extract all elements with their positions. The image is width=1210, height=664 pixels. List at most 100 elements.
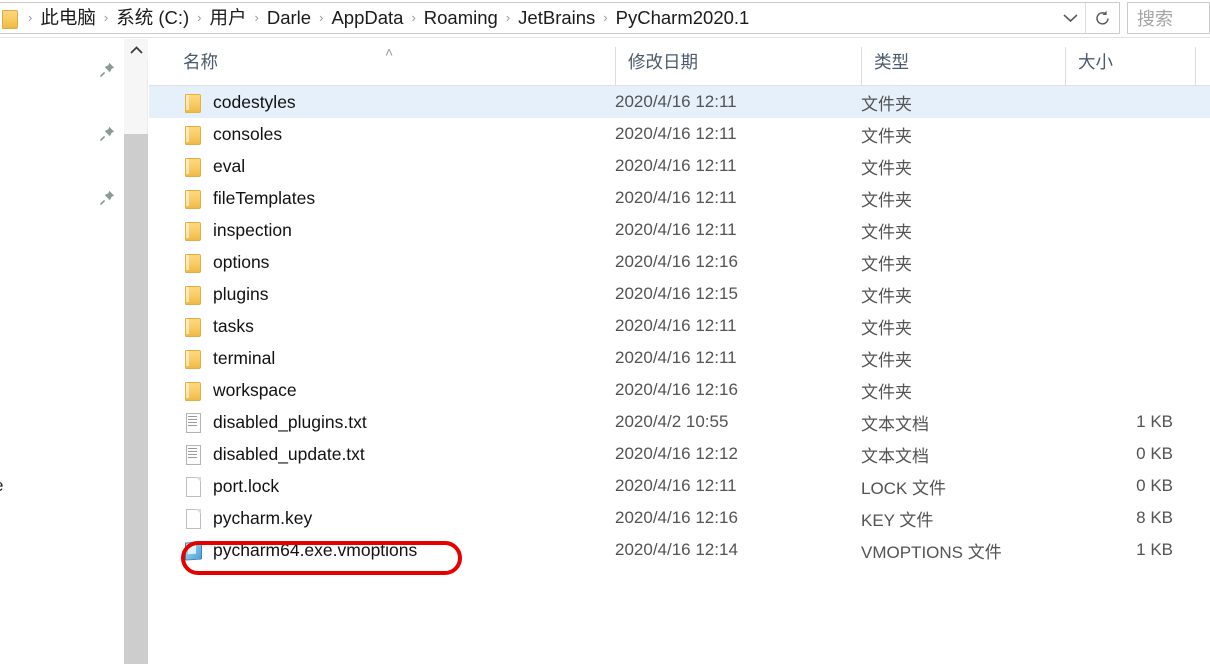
breadcrumb-item-7[interactable]: PyCharm2020.1 bbox=[615, 3, 751, 33]
file-name-cell[interactable]: disabled_plugins.txt bbox=[149, 412, 615, 433]
file-name-cell[interactable]: pycharm.key bbox=[149, 508, 615, 529]
column-header-date[interactable]: 修改日期 bbox=[615, 47, 861, 85]
file-rows: codestyles 2020/4/16 12:11 文件夹 consoles 2020… bbox=[149, 86, 1210, 566]
breadcrumb-item-0[interactable]: 此电脑 bbox=[39, 3, 97, 33]
folder-icon bbox=[183, 316, 203, 337]
sort-ascending-icon: ˄ bbox=[385, 44, 394, 60]
file-name-label: inspection bbox=[213, 219, 292, 240]
pin-icon[interactable] bbox=[98, 61, 116, 79]
file-name-cell[interactable]: fileTemplates bbox=[149, 188, 615, 209]
search-box[interactable]: 搜索 bbox=[1127, 2, 1210, 34]
file-size-cell: 0 KB bbox=[1136, 444, 1173, 463]
table-row[interactable]: options 2020/4/16 12:16 文件夹 bbox=[149, 246, 1210, 278]
file-type-cell: 文件夹 bbox=[861, 318, 912, 338]
breadcrumb-separator: › bbox=[319, 10, 324, 25]
pin-icon[interactable] bbox=[98, 125, 116, 143]
folder-icon bbox=[183, 188, 203, 209]
file-type-cell: 文件夹 bbox=[861, 254, 912, 274]
file-name-cell[interactable]: workspace bbox=[149, 380, 615, 401]
file-name-cell[interactable]: consoles bbox=[149, 124, 615, 145]
chevron-down-icon[interactable] bbox=[1055, 3, 1085, 33]
folder-icon bbox=[183, 156, 203, 177]
file-date-cell: 2020/4/2 10:55 bbox=[615, 412, 729, 431]
file-date-cell: 2020/4/16 12:11 bbox=[615, 92, 737, 111]
pin-icon[interactable] bbox=[98, 189, 116, 207]
address-field[interactable]: › 此电脑 › 系统 (C:) › 用户 › Darle › AppData ›… bbox=[0, 2, 1120, 34]
table-row[interactable]: tasks 2020/4/16 12:11 文件夹 bbox=[149, 310, 1210, 342]
file-date-cell: 2020/4/16 12:11 bbox=[615, 316, 737, 335]
table-row[interactable]: consoles 2020/4/16 12:11 文件夹 bbox=[149, 118, 1210, 150]
file-type-cell: VMOPTIONS 文件 bbox=[861, 542, 1002, 562]
folder-icon bbox=[183, 124, 203, 145]
file-name-cell[interactable]: options bbox=[149, 252, 615, 273]
refresh-icon[interactable] bbox=[1085, 3, 1119, 33]
file-name-label: tasks bbox=[213, 315, 254, 336]
file-size-cell: 1 KB bbox=[1136, 540, 1173, 559]
breadcrumb-separator: › bbox=[505, 10, 511, 25]
file-name-label: plugins bbox=[213, 283, 269, 304]
breadcrumb-item-1[interactable]: 系统 (C:) bbox=[115, 3, 190, 33]
table-row[interactable]: disabled_update.txt 2020/4/16 12:12 文本文档 0 … bbox=[149, 438, 1210, 470]
file-name-cell[interactable]: tasks bbox=[149, 316, 615, 337]
table-row[interactable]: disabled_plugins.txt 2020/4/2 10:55 文本文档 1 … bbox=[149, 406, 1210, 438]
column-header-row: ˄ 名称 修改日期 类型 大小 bbox=[149, 39, 1210, 86]
file-name-cell[interactable]: eval bbox=[149, 156, 615, 177]
table-row[interactable]: pycharm64.exe.vmoptions 2020/4/16 12:14 VM… bbox=[149, 534, 1210, 566]
file-name-cell[interactable]: port.lock bbox=[149, 476, 615, 497]
file-type-cell: 文本文档 bbox=[861, 446, 929, 466]
clipped-nav-label: e bbox=[0, 476, 3, 496]
blank-file-icon bbox=[183, 476, 203, 497]
file-type-cell: 文件夹 bbox=[861, 94, 912, 114]
table-row[interactable]: codestyles 2020/4/16 12:11 文件夹 bbox=[149, 86, 1210, 118]
file-name-cell[interactable]: terminal bbox=[149, 348, 615, 369]
breadcrumb-item-5[interactable]: Roaming bbox=[423, 3, 499, 33]
table-row[interactable]: fileTemplates 2020/4/16 12:11 文件夹 bbox=[149, 182, 1210, 214]
file-name-cell[interactable]: pycharm64.exe.vmoptions bbox=[149, 540, 615, 561]
table-row[interactable]: inspection 2020/4/16 12:11 文件夹 bbox=[149, 214, 1210, 246]
table-row[interactable]: plugins 2020/4/16 12:15 文件夹 bbox=[149, 278, 1210, 310]
folder-icon bbox=[2, 9, 18, 29]
address-bar: › 此电脑 › 系统 (C:) › 用户 › Darle › AppData ›… bbox=[0, 0, 1210, 38]
file-name-cell[interactable]: inspection bbox=[149, 220, 615, 241]
file-type-cell: 文件夹 bbox=[861, 382, 912, 402]
column-header-name[interactable]: 名称 bbox=[149, 47, 615, 85]
column-header-size[interactable]: 大小 bbox=[1065, 47, 1195, 85]
breadcrumb-item-6[interactable]: JetBrains bbox=[517, 3, 596, 33]
file-date-cell: 2020/4/16 12:16 bbox=[615, 252, 738, 271]
column-header-type[interactable]: 类型 bbox=[861, 47, 1065, 85]
table-row[interactable]: terminal 2020/4/16 12:11 文件夹 bbox=[149, 342, 1210, 374]
table-row[interactable]: port.lock 2020/4/16 12:11 LOCK 文件 0 KB bbox=[149, 470, 1210, 502]
chevron-up-icon[interactable] bbox=[124, 39, 148, 61]
folder-icon bbox=[183, 220, 203, 241]
navigation-scrollbar[interactable] bbox=[124, 39, 148, 664]
search-placeholder: 搜索 bbox=[1137, 9, 1173, 29]
file-name-cell[interactable]: codestyles bbox=[149, 92, 615, 113]
file-name-label: workspace bbox=[213, 379, 297, 400]
file-type-cell: LOCK 文件 bbox=[861, 478, 947, 498]
file-name-cell[interactable]: disabled_update.txt bbox=[149, 444, 615, 465]
breadcrumb-separator: › bbox=[411, 10, 416, 25]
file-name-label: disabled_update.txt bbox=[213, 443, 365, 464]
file-date-cell: 2020/4/16 12:11 bbox=[615, 476, 737, 495]
file-date-cell: 2020/4/16 12:12 bbox=[615, 444, 738, 463]
breadcrumb: › 此电脑 › 系统 (C:) › 用户 › Darle › AppData ›… bbox=[19, 3, 1119, 33]
breadcrumb-item-2[interactable]: 用户 bbox=[209, 3, 248, 33]
breadcrumb-item-4[interactable]: AppData bbox=[330, 3, 404, 33]
file-name-label: pycharm64.exe.vmoptions bbox=[213, 539, 418, 560]
file-name-cell[interactable]: plugins bbox=[149, 284, 615, 305]
file-date-cell: 2020/4/16 12:11 bbox=[615, 348, 737, 367]
scrollbar-thumb[interactable] bbox=[124, 134, 148, 664]
text-file-icon bbox=[183, 444, 203, 465]
file-date-cell: 2020/4/16 12:15 bbox=[615, 284, 738, 303]
file-date-cell: 2020/4/16 12:11 bbox=[615, 124, 737, 143]
file-type-cell: 文件夹 bbox=[861, 286, 912, 306]
breadcrumb-item-3[interactable]: Darle bbox=[266, 3, 312, 33]
file-name-label: disabled_plugins.txt bbox=[213, 411, 367, 432]
folder-icon bbox=[183, 348, 203, 369]
table-row[interactable]: pycharm.key 2020/4/16 12:16 KEY 文件 8 KB bbox=[149, 502, 1210, 534]
text-file-icon bbox=[183, 412, 203, 433]
table-row[interactable]: eval 2020/4/16 12:11 文件夹 bbox=[149, 150, 1210, 182]
table-row[interactable]: workspace 2020/4/16 12:16 文件夹 bbox=[149, 374, 1210, 406]
file-name-label: terminal bbox=[213, 347, 276, 368]
breadcrumb-separator: › bbox=[28, 10, 33, 25]
